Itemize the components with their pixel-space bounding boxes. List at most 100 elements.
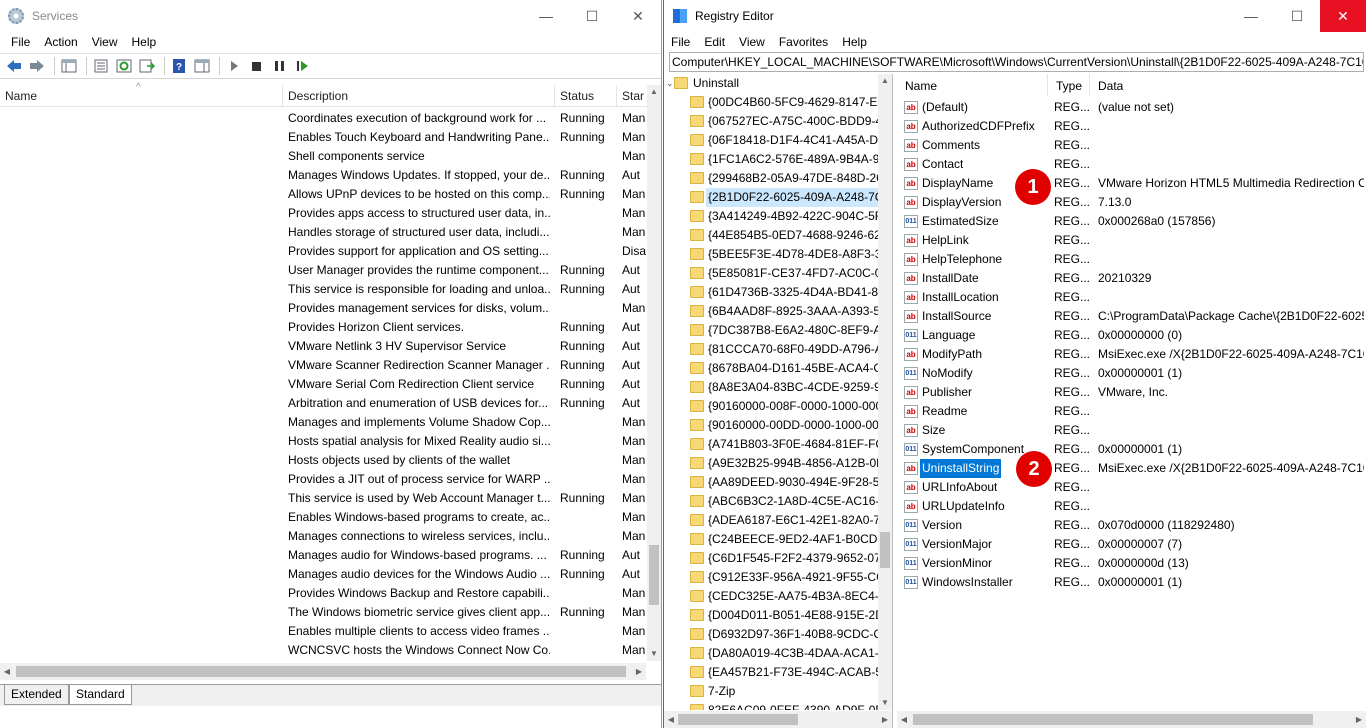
pause-service-icon[interactable] — [270, 57, 290, 75]
tree-item[interactable]: {067527EC-A75C-400C-BDD9-4E — [664, 112, 878, 131]
table-row[interactable]: Windows Biometric ServiceThe Windows bio… — [0, 603, 647, 622]
registry-value-row[interactable]: ab InstallDate REG... 20210329 — [897, 269, 1366, 288]
tree-item[interactable]: {44E854B5-0ED7-4688-9246-628 — [664, 226, 878, 245]
tree-item[interactable]: {299468B2-05A9-47DE-848D-26 — [664, 169, 878, 188]
tree-item[interactable]: {1FC1A6C2-576E-489A-9B4A-92 — [664, 150, 878, 169]
close-button[interactable]: ✕ — [615, 0, 661, 32]
forward-arrow-icon[interactable] — [27, 57, 47, 75]
table-row[interactable]: VMware Netlink Supervisor ServiceVMware … — [0, 337, 647, 356]
registry-value-row[interactable]: 011 VersionMajor REG... 0x00000007 (7) — [897, 535, 1366, 554]
column-header-description[interactable]: Description — [283, 85, 555, 107]
table-row[interactable]: Time BrokerCoordinates execution of back… — [0, 109, 647, 128]
table-row[interactable]: Windows Camera Frame ServerEnables multi… — [0, 622, 647, 641]
registry-value-row[interactable]: ab UninstallString REG... MsiExec.exe /X{2B… — [897, 459, 1366, 478]
table-row[interactable]: Windows BackupProvides Windows Backup an… — [0, 584, 647, 603]
menu-view[interactable]: View — [732, 35, 772, 49]
table-row[interactable]: User Data Access_222abbProvides apps acc… — [0, 204, 647, 223]
table-row[interactable]: User ManagerUser Manager provides the ru… — [0, 261, 647, 280]
registry-value-row[interactable]: ab URLInfoAbout REG... — [897, 478, 1366, 497]
table-row[interactable]: User Data Storage_222abbHandles storage … — [0, 223, 647, 242]
menu-help[interactable]: Help — [835, 35, 874, 49]
table-row[interactable]: Touch Keyboard and Handwriting Panel Ser… — [0, 128, 647, 147]
registry-value-row[interactable]: ab Comments REG... — [897, 136, 1366, 155]
scroll-up-arrow-icon[interactable]: ▲ — [878, 74, 892, 88]
tree-item[interactable]: {90160000-00DD-0000-1000-000 — [664, 416, 878, 435]
table-row[interactable]: WarpJITSvcProvides a JIT out of process … — [0, 470, 647, 489]
menu-help[interactable]: Help — [125, 35, 164, 49]
tree-vertical-scrollbar[interactable]: ▲ ▼ — [878, 74, 892, 710]
tree-item[interactable]: {6B4AAD8F-8925-3AAA-A393-5 — [664, 302, 878, 321]
registry-value-row[interactable]: ab Readme REG... — [897, 402, 1366, 421]
column-header-data[interactable]: Data — [1090, 74, 1366, 96]
tree-item[interactable]: {DA80A019-4C3B-4DAA-ACA1- — [664, 644, 878, 663]
registry-value-row[interactable]: 011 EstimatedSize REG... 0x000268a0 (157856… — [897, 212, 1366, 231]
registry-value-row[interactable]: ab Contact REG... — [897, 155, 1366, 174]
menu-action[interactable]: Action — [37, 35, 84, 49]
tree-item[interactable]: {CEDC325E-AA75-4B3A-8EC4-1 — [664, 587, 878, 606]
menu-file[interactable]: File — [0, 35, 37, 49]
table-row[interactable]: WebClientEnables Windows-based programs … — [0, 508, 647, 527]
close-button[interactable]: ✕ — [1320, 0, 1366, 32]
scroll-left-arrow-icon[interactable]: ◀ — [0, 663, 14, 680]
services-horizontal-scrollbar[interactable]: ◀ ▶ — [0, 663, 646, 680]
tree-item[interactable]: {A741B803-3F0E-4684-81EF-FC1 — [664, 435, 878, 454]
maximize-button[interactable]: ☐ — [569, 0, 615, 32]
registry-value-row[interactable]: ab DisplayVersion REG... 7.13.0 — [897, 193, 1366, 212]
registry-value-row[interactable]: ab AuthorizedCDFPrefix REG... — [897, 117, 1366, 136]
start-service-icon[interactable] — [224, 57, 244, 75]
tree-item[interactable]: {AA89DEED-9030-494E-9F28-53 — [664, 473, 878, 492]
tree-item[interactable]: 7-Zip — [664, 682, 878, 701]
services-titlebar[interactable]: Services — ☐ ✕ — [0, 0, 661, 32]
registry-value-row[interactable]: ab Publisher REG... VMware, Inc. — [897, 383, 1366, 402]
tab-extended[interactable]: Extended — [4, 685, 69, 705]
tree-item[interactable]: {C912E33F-956A-4921-9F55-CC — [664, 568, 878, 587]
tree-item[interactable]: {C24BEECE-9ED2-4AF1-B0CD-B — [664, 530, 878, 549]
values-horizontal-scrollbar[interactable]: ◀ ▶ — [897, 711, 1366, 728]
tree-item[interactable]: {A9E32B25-994B-4856-A12B-0EI — [664, 454, 878, 473]
table-row[interactable]: Update Orchestrator ServiceManages Windo… — [0, 166, 647, 185]
table-row[interactable]: VMware Horizon ClientProvides Horizon Cl… — [0, 318, 647, 337]
table-row[interactable]: Virtual DiskProvides management services… — [0, 299, 647, 318]
scroll-right-arrow-icon[interactable]: ▶ — [878, 711, 892, 728]
export-list-icon[interactable] — [137, 57, 157, 75]
column-header-type[interactable]: Type — [1048, 74, 1090, 96]
table-row[interactable]: Volumetric Audio Compositor ServiceHosts… — [0, 432, 647, 451]
scroll-left-arrow-icon[interactable]: ◀ — [897, 711, 911, 728]
table-row[interactable]: WalletServiceHosts objects used by clien… — [0, 451, 647, 470]
column-header-name[interactable]: Name ^ — [0, 82, 283, 107]
services-vertical-scrollbar[interactable]: ▲ ▼ — [647, 85, 661, 661]
table-row[interactable]: Windows Audio Endpoint BuilderManages au… — [0, 565, 647, 584]
tree-item[interactable]: {7DC387B8-E6A2-480C-8EF9-A6 — [664, 321, 878, 340]
horizontal-scroll-thumb[interactable] — [913, 714, 1313, 725]
help-icon[interactable]: ? — [169, 57, 189, 75]
scroll-thumb[interactable] — [649, 545, 659, 605]
tree-item[interactable]: {EA457B21-F73E-494C-ACAB-52 — [664, 663, 878, 682]
horizontal-scroll-thumb[interactable] — [678, 714, 798, 725]
registry-value-row[interactable]: ab InstallSource REG... C:\ProgramData\Pack… — [897, 307, 1366, 326]
registry-value-row[interactable]: ab URLUpdateInfo REG... — [897, 497, 1366, 516]
scroll-right-arrow-icon[interactable]: ▶ — [632, 663, 646, 680]
tree-item[interactable]: {2B1D0F22-6025-409A-A248-7C — [664, 188, 878, 207]
tree-item[interactable]: {ABC6B3C2-1A8D-4C5E-AC16-C — [664, 492, 878, 511]
restart-service-icon[interactable] — [293, 57, 313, 75]
scroll-left-arrow-icon[interactable]: ◀ — [664, 711, 678, 728]
tree-item[interactable]: {06F18418-D1F4-4C41-A45A-DA — [664, 131, 878, 150]
horizontal-scroll-thumb[interactable] — [16, 666, 626, 677]
table-row[interactable]: Web Account ManagerThis service is used … — [0, 489, 647, 508]
table-row[interactable]: VMware USB Arbitration ServiceArbitratio… — [0, 394, 647, 413]
registry-value-row[interactable]: ab (Default) REG... (value not set) — [897, 98, 1366, 117]
registry-value-row[interactable]: ab Size REG... — [897, 421, 1366, 440]
registry-value-row[interactable]: 011 WindowsInstaller REG... 0x00000001 (1) — [897, 573, 1366, 592]
registry-value-row[interactable]: ab HelpLink REG... — [897, 231, 1366, 250]
tree-root-node[interactable]: ⌄ Uninstall — [664, 74, 878, 93]
collapse-chevron-icon[interactable]: ⌄ — [666, 74, 674, 93]
properties-icon[interactable] — [91, 57, 111, 75]
column-header-status[interactable]: Status — [555, 85, 617, 107]
table-row[interactable]: VMware Scanner Redirection ClientVMware … — [0, 356, 647, 375]
menu-edit[interactable]: Edit — [697, 35, 732, 49]
scroll-down-arrow-icon[interactable]: ▼ — [878, 696, 892, 710]
maximize-button[interactable]: ☐ — [1274, 0, 1320, 32]
minimize-button[interactable]: — — [523, 0, 569, 32]
registry-titlebar[interactable]: Registry Editor — ☐ ✕ — [664, 0, 1366, 32]
tree-item[interactable]: {3A414249-4B92-422C-904C-5FA — [664, 207, 878, 226]
